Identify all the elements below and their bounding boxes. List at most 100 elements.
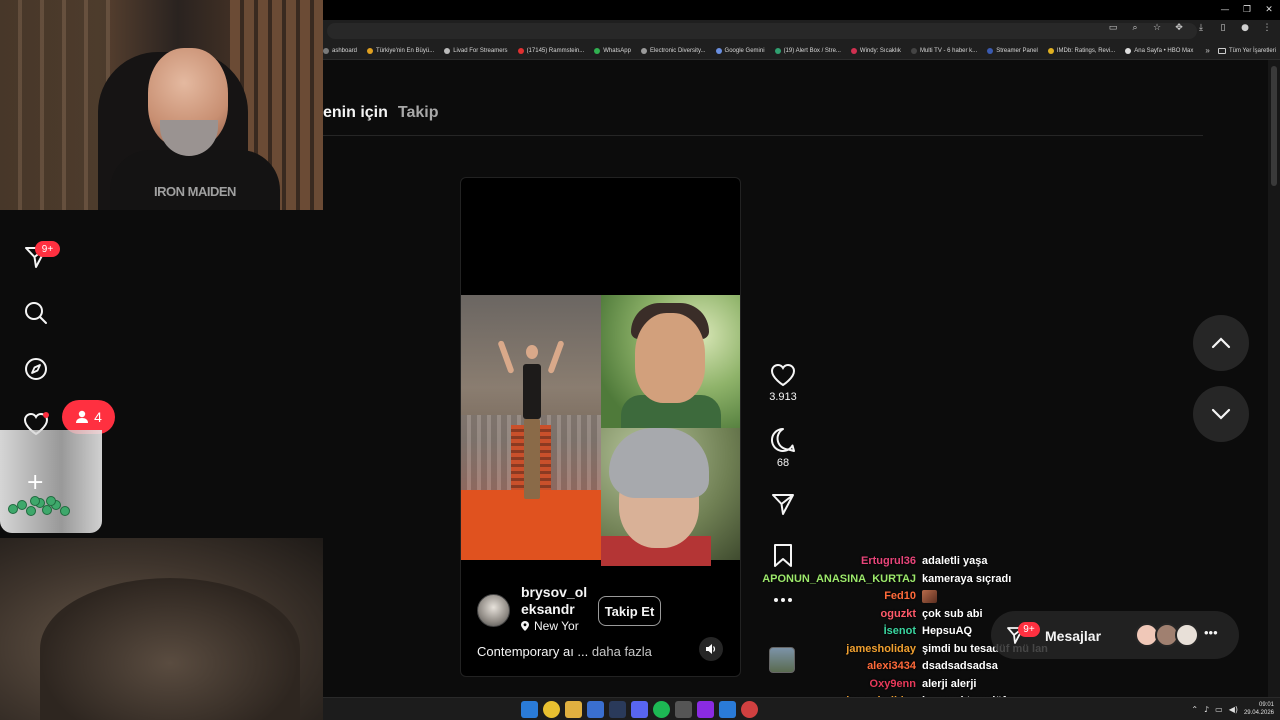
follow-button[interactable]: Takip Et [598, 596, 661, 626]
pet-webcam [0, 538, 323, 720]
tab-for-you[interactable]: enin için [323, 104, 388, 122]
bookmark-item[interactable]: Ana Sayfa • HBO Max [1125, 47, 1193, 54]
bookmark-item[interactable]: Livad For Streamers [444, 47, 508, 54]
sidebar-toggle-icon[interactable]: ▯ [1216, 23, 1230, 33]
chat-username: oguzkt [880, 607, 916, 620]
share-icon[interactable] [770, 491, 796, 517]
video-panel-woman-top [601, 295, 740, 435]
app-icon[interactable] [719, 701, 736, 718]
bookmark-item[interactable]: Electronic Diversity... [640, 47, 706, 54]
comment-count: 68 [776, 457, 790, 469]
author-username[interactable]: brysov_oleksandr [521, 584, 591, 618]
comment-action[interactable]: 68 [760, 427, 806, 469]
zoom-icon[interactable]: ⌕ [1128, 23, 1142, 33]
messages-bar[interactable]: 9+ Mesajlar ••• [991, 611, 1239, 659]
bookmark-label: ashboard [332, 47, 358, 54]
chat-text: alerji alerji [922, 677, 977, 690]
microphone-icon[interactable]: ♪ [1204, 705, 1209, 714]
chrome-icon[interactable] [543, 701, 560, 718]
file-explorer-icon[interactable] [565, 701, 582, 718]
more-icon[interactable] [773, 597, 793, 603]
start-icon[interactable] [521, 701, 538, 718]
bookmark-item[interactable]: Streamer Panel [987, 47, 1038, 54]
cast-icon[interactable]: ▭ [1106, 23, 1120, 33]
tab-following[interactable]: Takip [398, 104, 439, 122]
chat-text: adaletli yaşa [922, 555, 988, 567]
bookmark-favicon-icon [910, 47, 917, 54]
reel-location[interactable]: New Yor [521, 619, 579, 633]
save-action[interactable] [760, 543, 806, 569]
more-options-action[interactable] [760, 597, 806, 603]
app-icon[interactable] [741, 701, 758, 718]
system-tray: ⌃ ♪ ▭ ◀) 09:01 29.04.2026 [1191, 701, 1274, 717]
all-bookmarks-folder[interactable]: Tüm Yer İşaretleri [1213, 42, 1276, 59]
chat-username: İsenot [883, 625, 916, 637]
messages-label: Mesajlar [1045, 628, 1102, 644]
bookmark-item[interactable]: IMDb: Ratings, Revi... [1047, 47, 1115, 54]
close-icon[interactable]: ✕ [1258, 0, 1280, 20]
comment-icon[interactable] [770, 427, 796, 453]
bookmark-item[interactable]: Google Gemini [715, 47, 765, 54]
bookmark-item[interactable]: (17145) Rammstein... [517, 47, 585, 54]
reel-video[interactable] [461, 295, 740, 566]
heart-icon[interactable] [770, 363, 796, 387]
bookmark-icon[interactable] [772, 543, 794, 569]
share-action[interactable] [760, 491, 806, 517]
download-icon[interactable]: ⤓ [1194, 23, 1208, 33]
caption-more-link[interactable]: daha fazla [592, 644, 652, 659]
clock[interactable]: 09:01 29.04.2026 [1244, 701, 1274, 717]
discord-icon[interactable] [631, 701, 648, 718]
bookmark-favicon-icon [774, 47, 781, 54]
bookmark-item[interactable]: Türkiye'nin En Büyü... [367, 47, 434, 54]
app-icon[interactable] [675, 701, 692, 718]
activity-notification-pill[interactable]: 4 [62, 400, 115, 434]
location-pin-icon [521, 621, 529, 631]
reel-caption[interactable]: Contemporary aı ... daha fazla [477, 644, 652, 659]
bookmark-item[interactable]: ashboard [323, 47, 358, 54]
messages-more-icon[interactable]: ••• [1204, 625, 1218, 640]
reel-card[interactable]: brysov_oleksandr New Yor Takip Et Contem… [460, 177, 741, 677]
address-field[interactable] [327, 23, 1197, 39]
page-scrollbar[interactable] [1268, 60, 1280, 697]
black-tshirt [110, 150, 280, 210]
network-icon[interactable]: ▭ [1215, 705, 1223, 714]
bookmarks-more-button[interactable]: » [1205, 46, 1209, 55]
explore-icon[interactable] [23, 356, 49, 382]
avatar [1175, 623, 1199, 647]
app-icon[interactable] [697, 701, 714, 718]
author-avatar[interactable] [477, 594, 510, 627]
next-reel-button[interactable] [1193, 386, 1249, 442]
pet-bed [40, 578, 300, 720]
screen: — ❐ ✕ ▭ ⌕ ☆ ✥ ⤓ ▯ ● ⋮ ashboard Türkiye'ni… [0, 0, 1280, 720]
sound-toggle-button[interactable] [699, 637, 723, 661]
bookmark-item[interactable]: WhatsApp [594, 47, 631, 54]
profile-icon[interactable]: ● [1238, 23, 1252, 33]
bookmark-item[interactable]: Windy: Sıcaklık [850, 47, 901, 54]
bookmark-label: Streamer Panel [996, 47, 1038, 54]
star-icon[interactable]: ☆ [1150, 23, 1164, 33]
extensions-icon[interactable]: ✥ [1172, 23, 1186, 33]
tray-chevron-icon[interactable]: ⌃ [1191, 705, 1198, 714]
bookmark-favicon-icon [323, 47, 329, 54]
steam-icon[interactable] [609, 701, 626, 718]
like-action[interactable]: 3.913 [760, 363, 806, 403]
minimize-icon[interactable]: — [1214, 0, 1236, 20]
bookmark-label: (17145) Rammstein... [526, 47, 585, 54]
clover-jar-overlay: + [0, 430, 102, 533]
create-plus-icon[interactable]: + [26, 470, 44, 495]
window-controls: — ❐ ✕ [1214, 0, 1280, 20]
search-icon[interactable] [23, 300, 49, 326]
maximize-icon[interactable]: ❐ [1236, 0, 1258, 20]
bookmark-label: Livad For Streamers [453, 47, 508, 54]
spotify-icon[interactable] [653, 701, 670, 718]
previous-reel-button[interactable] [1193, 315, 1249, 371]
video-panel-woman-bottom [601, 428, 740, 566]
audio-thumbnail[interactable] [769, 647, 795, 673]
bookmark-item[interactable]: (19) Alert Box / Stre... [774, 47, 841, 54]
taskbar-apps [521, 701, 758, 718]
bookmark-item[interactable]: Multi TV - 6 haber k... [910, 47, 977, 54]
app-icon[interactable] [587, 701, 604, 718]
menu-icon[interactable]: ⋮ [1260, 23, 1274, 33]
bookmark-label: (19) Alert Box / Stre... [783, 47, 841, 54]
volume-icon[interactable]: ◀) [1229, 705, 1238, 714]
